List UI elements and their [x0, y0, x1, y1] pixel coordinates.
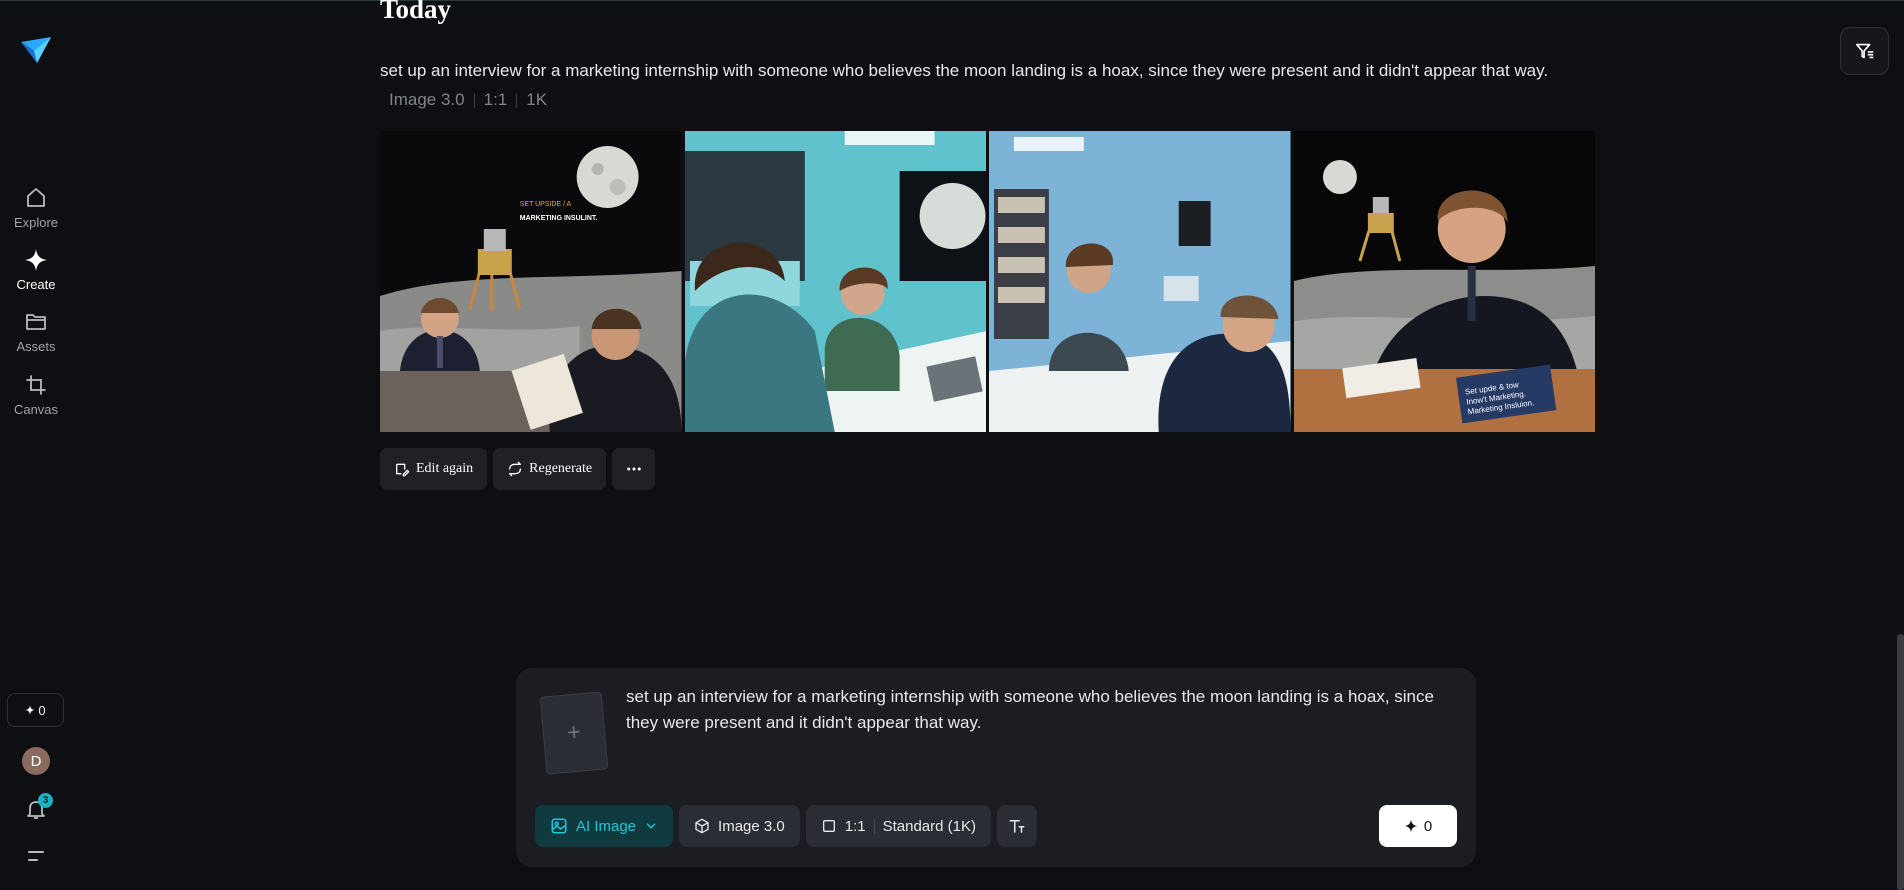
generated-image-3[interactable]	[989, 131, 1291, 432]
mode-select[interactable]: AI Image	[535, 805, 674, 847]
model-label: Image 3.0	[718, 817, 785, 835]
generate-button[interactable]: 0	[1379, 805, 1457, 847]
regenerate-button[interactable]: Regenerate	[493, 448, 607, 490]
sign-text: SET UPSIDE / A	[520, 201, 572, 208]
plus-icon: +	[565, 718, 583, 747]
scrollbar[interactable]	[1897, 634, 1904, 890]
generation-prompt: set up an interview for a marketing inte…	[380, 61, 1549, 80]
ratio-label: 1:1	[844, 817, 866, 835]
generation-meta: Image 3.0 1:1 1K	[389, 90, 547, 110]
more-icon	[626, 467, 641, 471]
cube-icon	[695, 818, 709, 834]
credits-badge[interactable]: 0	[7, 693, 64, 727]
edit-again-label: Edit again	[416, 461, 474, 476]
prompt-composer: + set up an interview for a marketing in…	[516, 668, 1476, 867]
sidebar-item-label: Explore	[13, 215, 59, 230]
sidebar-item-label: Canvas	[13, 402, 59, 417]
divider	[473, 92, 475, 108]
meta-resolution: 1K	[526, 90, 548, 109]
refresh-icon	[509, 461, 522, 477]
sparkle-icon	[25, 249, 47, 271]
crop-icon	[26, 375, 46, 395]
credits-count: 0	[38, 702, 46, 718]
generated-images: SET UPSIDE / A MARKETING INSULINT. Set u…	[380, 131, 1595, 432]
edit-icon	[396, 463, 410, 477]
size-select[interactable]: 1:1 Standard (1K)	[805, 805, 991, 847]
collapse-menu-icon[interactable]	[26, 848, 46, 864]
sidebar-item-canvas[interactable]: Canvas	[0, 373, 72, 429]
edit-again-button[interactable]: Edit again	[380, 448, 488, 490]
generated-image-1[interactable]: SET UPSIDE / A MARKETING INSULINT.	[380, 131, 682, 432]
divider	[873, 818, 875, 834]
folder-icon	[26, 314, 46, 330]
image-icon	[551, 818, 567, 834]
mode-label: AI Image	[576, 817, 637, 835]
top-border	[0, 0, 1904, 1]
sidebar: Explore Create Assets Canvas 0 D 3	[0, 0, 72, 890]
sidebar-item-create[interactable]: Create	[0, 248, 72, 304]
generated-image-2[interactable]	[684, 131, 986, 432]
text-style-button[interactable]	[997, 805, 1037, 847]
regenerate-label: Regenerate	[529, 461, 593, 476]
filter-icon	[1855, 43, 1873, 59]
divider	[516, 92, 518, 108]
quality-label: Standard (1K)	[882, 817, 976, 835]
sidebar-item-label: Create	[16, 277, 56, 292]
section-title: Today	[380, 0, 452, 24]
square-icon	[822, 820, 835, 832]
sparkle-icon	[1404, 819, 1418, 833]
filter-button[interactable]	[1840, 27, 1889, 75]
image-actions: Edit again Regenerate	[380, 448, 656, 490]
more-options-button[interactable]	[612, 448, 656, 490]
chevron-down-icon	[646, 823, 656, 829]
generate-cost: 0	[1423, 817, 1433, 835]
composer-toolbar: AI Image Image 3.0 1:1 Standard (1K)	[535, 805, 1037, 847]
sidebar-item-assets[interactable]: Assets	[0, 310, 72, 366]
prompt-input[interactable]: set up an interview for a marketing inte…	[626, 684, 1456, 736]
meta-model: Image 3.0	[389, 90, 465, 109]
upload-reference-button[interactable]: +	[539, 691, 609, 775]
text-icon	[1009, 820, 1025, 833]
model-select[interactable]: Image 3.0	[679, 805, 800, 847]
generated-image-4[interactable]: Set upde & tow Inow't Marketing. Marketi…	[1293, 131, 1595, 432]
sidebar-item-explore[interactable]: Explore	[0, 186, 72, 242]
app-logo-icon[interactable]	[18, 32, 54, 68]
sparkle-icon	[25, 705, 35, 715]
avatar[interactable]: D	[22, 747, 50, 775]
home-icon	[27, 188, 45, 207]
meta-ratio: 1:1	[483, 90, 508, 109]
notification-count-badge: 3	[38, 793, 53, 808]
sidebar-item-label: Assets	[16, 339, 56, 354]
sign-text: MARKETING INSULINT.	[520, 215, 598, 222]
